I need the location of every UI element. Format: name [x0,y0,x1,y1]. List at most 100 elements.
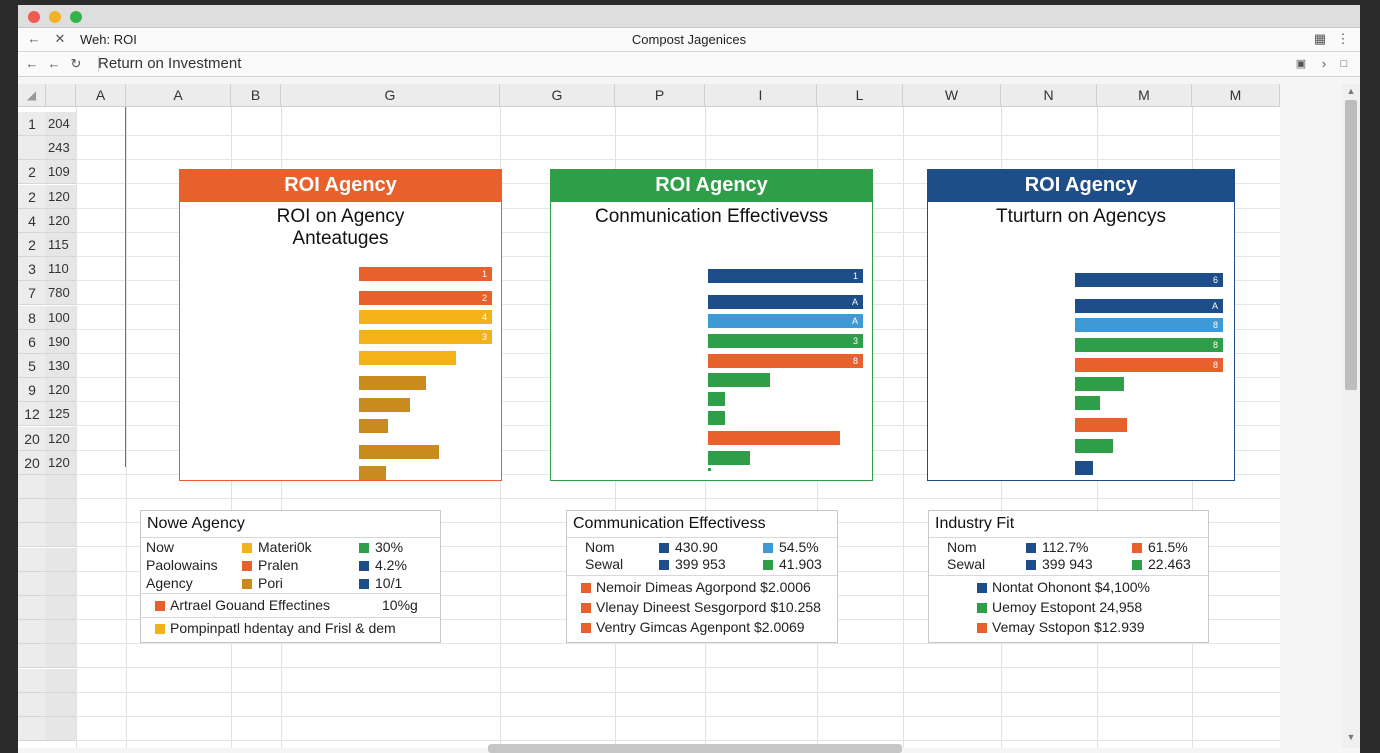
row-header[interactable] [18,596,46,620]
row-header[interactable] [18,499,46,523]
table-note[interactable]: Nontat Ohonont $4,100% [992,579,1150,595]
row-header[interactable]: 3 [18,257,46,281]
chart-bar[interactable]: 8 [1075,338,1223,352]
chart-bar[interactable] [359,351,456,365]
chart-bar[interactable]: 1 [708,269,863,283]
chart-bar[interactable]: A [708,314,863,328]
chevron-right-icon[interactable]: › [1316,54,1332,74]
row-header[interactable]: 20 [18,427,46,451]
table-cell[interactable]: 4.2% [375,557,407,573]
column-header[interactable]: B [231,84,281,107]
row-header[interactable]: 2 [18,160,46,184]
chart-bar[interactable] [1075,439,1113,453]
cell-value[interactable] [46,572,76,596]
row-header[interactable] [18,669,46,693]
spreadsheet-grid[interactable]: ◢ AABGGPILWNMM 1 204 243 2 109 2 120 4 120 2 115 3 1… [18,84,1280,748]
table-cell[interactable]: 399 953 [675,556,726,572]
chart-bar[interactable]: 6 [1075,273,1223,287]
chart-bar[interactable] [1075,377,1124,391]
chart-bar[interactable] [359,466,386,480]
table-note[interactable]: Artrael Gouand Effectines [170,597,330,613]
cell-value[interactable]: 120 [46,451,76,475]
back-icon[interactable]: ← [22,54,42,74]
table-cell[interactable]: 399 943 [1042,556,1093,572]
row-header[interactable] [18,572,46,596]
table-note[interactable]: Ventry Gimcas Agenpont $2.0069 [596,619,805,635]
column-header[interactable]: A [76,84,126,107]
cell-value[interactable]: 120 [46,209,76,233]
cell-value[interactable]: 120 [46,185,76,209]
url-input[interactable]: Return on Investment [98,55,241,72]
cell-value[interactable]: 190 [46,330,76,354]
row-header[interactable] [18,136,46,160]
table-cell[interactable]: 430.90 [675,539,718,555]
chart-bar[interactable]: A [1075,299,1223,313]
table-cell[interactable]: 54.5% [779,539,819,555]
row-header[interactable]: 7 [18,281,46,305]
cell-value[interactable]: 115 [46,233,76,257]
minimize-window-icon[interactable] [49,11,61,23]
chart-panel[interactable]: ROI Agency Tturturn on Agencys 6 A 8 8 8 [927,169,1235,481]
chart-bar[interactable] [1075,418,1127,432]
chart-bar[interactable] [1075,461,1093,475]
cell-value[interactable]: 243 [46,136,76,160]
chart-panel[interactable]: ROI Agency ROI on Agency Anteatuges 1 2 4 3 [179,169,502,481]
chart-bar[interactable] [708,451,750,465]
horizontal-scrollbar-thumb[interactable] [488,744,902,753]
scroll-up-icon[interactable]: ▲ [1344,86,1358,96]
cell-value[interactable] [46,717,76,741]
column-header[interactable]: N [1001,84,1097,107]
column-header[interactable]: I [705,84,817,107]
chart-bar[interactable] [708,373,770,387]
row-header[interactable] [18,620,46,644]
chart-bar[interactable]: 8 [1075,318,1223,332]
cell-value[interactable] [46,644,76,668]
select-all-corner[interactable]: ◢ [18,84,46,107]
row-header[interactable] [18,548,46,572]
window-icon[interactable]: □ [1336,54,1352,74]
row-header[interactable]: 9 [18,378,46,402]
chart-bar[interactable]: 3 [708,334,863,348]
data-table[interactable]: Industry Fit Nom 112.7% 61.5% Sewal 399 943 22… [928,510,1209,643]
cell-value[interactable] [46,620,76,644]
cell-value[interactable]: 130 [46,354,76,378]
cell-value[interactable] [46,548,76,572]
cell-value[interactable]: 120 [46,427,76,451]
chart-bar[interactable] [708,468,711,471]
table-cell[interactable]: 30% [375,539,403,555]
scrollbar-thumb[interactable] [1345,100,1357,390]
cell-value[interactable] [46,596,76,620]
row-header[interactable] [18,717,46,741]
table-cell[interactable]: 41.903 [779,556,822,572]
cell-value[interactable] [46,693,76,717]
chart-bar[interactable] [1075,472,1077,475]
row-header[interactable]: 12 [18,402,46,426]
cell-value[interactable]: 780 [46,281,76,305]
column-header[interactable]: M [1192,84,1280,107]
row-header[interactable]: 5 [18,354,46,378]
chart-panel[interactable]: ROI Agency Conmunication Effectivevss 1 A A 3… [550,169,873,481]
chart-bar[interactable] [359,419,388,433]
row-header[interactable]: 1 [18,112,46,136]
close-window-icon[interactable] [28,11,40,23]
reload-icon[interactable]: ↻ [66,54,86,74]
table-note[interactable]: Vemay Sstopon $12.939 [992,619,1145,635]
column-header[interactable]: L [817,84,903,107]
table-cell[interactable]: Pralen [258,557,298,573]
cell-value[interactable]: 204 [46,112,76,136]
row-header[interactable] [18,475,46,499]
chart-bar[interactable]: A [708,295,863,309]
cell-value[interactable]: 109 [46,160,76,184]
cell-value[interactable]: 110 [46,257,76,281]
row-header[interactable]: 6 [18,330,46,354]
chart-bar[interactable]: 1 [359,267,492,281]
cell-value[interactable] [46,669,76,693]
table-note-value[interactable]: 10%g [382,597,418,613]
column-header[interactable]: W [903,84,1001,107]
table-cell[interactable]: Materi0k [258,539,312,555]
table-cell[interactable]: 10/1 [375,575,402,591]
table-note[interactable]: Uemoy Estopont 24,958 [992,599,1142,615]
forward-icon[interactable]: ← [44,54,64,74]
cell-value[interactable]: 120 [46,378,76,402]
data-table[interactable]: Nowe Agency Now Materi0k 30% Paolowains Prale… [140,510,441,643]
